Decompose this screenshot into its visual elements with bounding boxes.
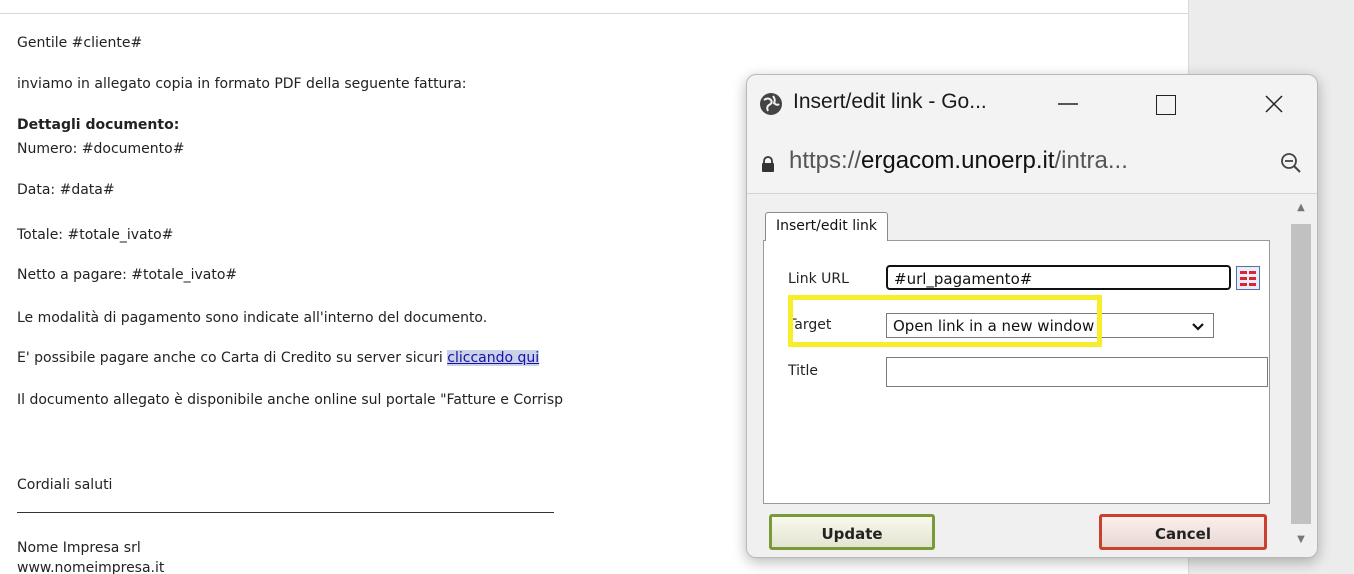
close-button[interactable] [1251, 87, 1297, 121]
target-select[interactable]: Open link in a new window [886, 313, 1214, 338]
minimize-icon [1058, 103, 1078, 105]
cancel-button[interactable]: Cancel [1099, 514, 1267, 550]
browse-button[interactable] [1236, 266, 1260, 290]
title-input[interactable] [886, 357, 1268, 387]
payment-text: E' possibile pagare anche co Carta di Cr… [17, 350, 448, 366]
company-name: Nome Impresa srl [17, 540, 141, 556]
greeting-text: Gentile #cliente# [17, 35, 143, 51]
scroll-up-icon[interactable]: ▲ [1291, 202, 1311, 213]
tab-insert-edit-link[interactable]: Insert/edit link [765, 212, 888, 241]
scroll-down-icon[interactable]: ▼ [1291, 534, 1311, 545]
payment-link[interactable]: cliccando qui [447, 350, 540, 366]
globe-icon [760, 93, 782, 115]
address-url[interactable]: https://ergacom.unoerp.it/intra... [789, 147, 1128, 175]
popup-titlebar: Insert/edit link - Go... [747, 75, 1317, 133]
minimize-button[interactable] [1045, 87, 1091, 121]
popup-window-title: Insert/edit link - Go... [793, 90, 987, 113]
insert-link-popup-window: Insert/edit link - Go... https://ergacom… [746, 74, 1318, 558]
email-body-editor[interactable]: Gentile #cliente# inviamo in allegato co… [17, 0, 777, 574]
data-text: Data: #data# [17, 182, 115, 198]
url-host: ergacom.unoerp.it [861, 147, 1055, 174]
numero-text: Numero: #documento# [17, 141, 185, 157]
netto-text: Netto a pagare: #totale_ivato# [17, 267, 238, 283]
zoom-out-icon[interactable] [1279, 151, 1303, 175]
details-heading: Dettagli documento: [17, 117, 179, 134]
address-bar: https://ergacom.unoerp.it/intra... [747, 133, 1317, 193]
target-select-value: Open link in a new window [893, 317, 1095, 335]
url-suffix: /intra... [1054, 147, 1128, 174]
details-heading-label: Dettagli documento: [17, 117, 180, 133]
modalita-text: Le modalità di pagamento sono indicate a… [17, 310, 488, 326]
maximize-button[interactable] [1143, 87, 1189, 121]
target-label: Target [788, 317, 832, 333]
scrollbar-thumb[interactable] [1291, 224, 1311, 524]
link-form-panel: Link URL #url_pagamento# Target Open lin… [763, 240, 1270, 504]
online-text: Il documento allegato è disponibile anch… [17, 392, 564, 408]
title-label: Title [788, 363, 819, 379]
link-url-label: Link URL [788, 271, 849, 287]
intro-text: inviamo in allegato copia in formato PDF… [17, 76, 467, 92]
update-button[interactable]: Update [769, 514, 935, 550]
popup-content: Insert/edit link Link URL #url_pagamento… [747, 193, 1317, 557]
url-prefix: https:// [789, 147, 862, 174]
company-website: www.nomeimpresa.it [17, 560, 165, 574]
signature-divider [17, 512, 554, 513]
closing-text: Cordiali saluti [17, 477, 113, 493]
close-icon [1265, 95, 1283, 113]
chevron-down-icon [1191, 316, 1205, 347]
totale-text: Totale: #totale_ivato# [17, 227, 174, 243]
lock-icon [762, 156, 774, 172]
link-url-input[interactable]: #url_pagamento# [886, 265, 1231, 290]
maximize-icon [1156, 95, 1176, 116]
list-icon [1240, 271, 1256, 286]
payment-line: E' possibile pagare anche co Carta di Cr… [17, 350, 540, 367]
popup-scrollbar[interactable]: ▲ ▼ [1287, 194, 1315, 557]
